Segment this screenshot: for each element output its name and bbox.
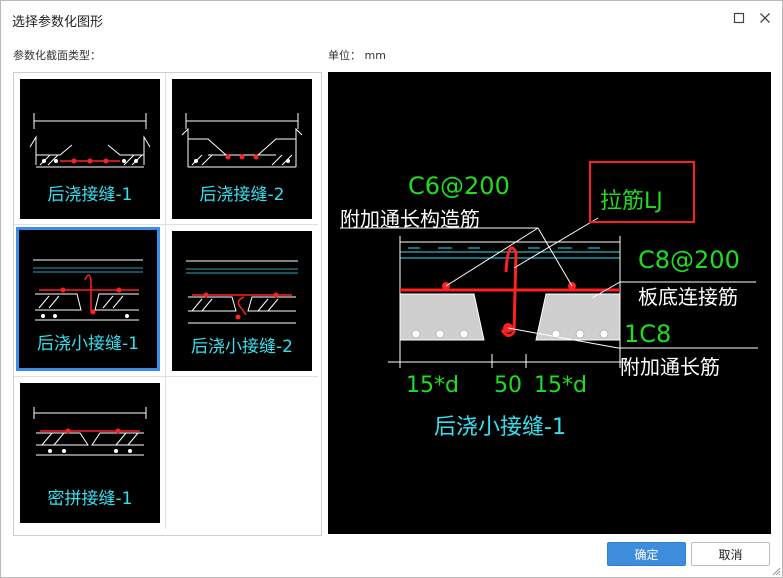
section-option-post-cast-joint-2[interactable]: 后浇接缝-2 bbox=[166, 73, 318, 225]
maximize-button[interactable] bbox=[730, 9, 748, 27]
resize-grip-icon[interactable] bbox=[771, 566, 781, 576]
dim-left: 15*d bbox=[406, 373, 459, 398]
label-additional-long-construct-bar: 附加通长构造筋 bbox=[340, 207, 480, 231]
dim-right: 15*d bbox=[534, 373, 587, 398]
close-icon bbox=[760, 13, 770, 23]
title-bar: 选择参数化图形 bbox=[1, 1, 782, 37]
preview-diagram: C6@200 附加通长构造筋 拉筋LJ C8@200 板底连接筋 1C8 附加通… bbox=[340, 161, 758, 440]
section-type-label: 参数化截面类型： bbox=[13, 49, 101, 62]
preview-title: 后浇小接缝-1 bbox=[434, 415, 566, 440]
thumbnail-image: 后浇小接缝-2 bbox=[172, 231, 312, 371]
maximize-icon bbox=[733, 12, 745, 24]
section-option-post-cast-joint-1[interactable]: 后浇接缝-1 bbox=[14, 73, 166, 225]
section-option-tight-joint-1[interactable]: 密拼接缝-1 bbox=[14, 377, 166, 529]
ok-button[interactable]: 确定 bbox=[607, 542, 686, 566]
thumbnail-image: 密拼接缝-1 bbox=[20, 383, 160, 523]
close-button[interactable] bbox=[756, 9, 774, 27]
section-option-post-cast-small-joint-1[interactable]: 后浇小接缝-1 bbox=[14, 225, 166, 377]
label-1c8: 1C8 bbox=[624, 320, 671, 348]
thumbnail-image: 后浇接缝-1 bbox=[20, 79, 160, 219]
dialog-window: 选择参数化图形 参数化截面类型： 单位： mm 后浇接缝-1 后浇接缝-2 后浇… bbox=[0, 0, 783, 578]
cancel-button[interactable]: 取消 bbox=[691, 542, 770, 566]
section-option-post-cast-small-joint-2[interactable]: 后浇小接缝-2 bbox=[166, 225, 318, 377]
thumbnail-image: 后浇接缝-2 bbox=[172, 79, 312, 219]
label-bottom-connect-bar: 板底连接筋 bbox=[638, 285, 738, 309]
label-additional-long-bar: 附加通长筋 bbox=[620, 355, 720, 379]
thumbnail-label: 后浇接缝-2 bbox=[199, 185, 285, 205]
dim-middle: 50 bbox=[494, 373, 522, 398]
thumbnail-label: 后浇小接缝-2 bbox=[191, 337, 293, 357]
label-c8-200: C8@200 bbox=[638, 246, 740, 274]
thumbnail-label: 后浇小接缝-1 bbox=[37, 334, 139, 354]
label-c6-200: C6@200 bbox=[408, 172, 510, 200]
section-preview: C6@200 附加通长构造筋 拉筋LJ C8@200 板底连接筋 1C8 附加通… bbox=[328, 72, 771, 534]
section-type-list: 后浇接缝-1 后浇接缝-2 后浇小接缝-1 后浇小接缝-2 密拼接缝-1 bbox=[13, 72, 322, 536]
unit-label: 单位： mm bbox=[328, 49, 386, 62]
thumbnail-label: 密拼接缝-1 bbox=[47, 489, 133, 509]
thumbnail-label: 后浇接缝-1 bbox=[47, 185, 133, 205]
thumbnail-image: 后浇小接缝-1 bbox=[16, 227, 160, 371]
window-title: 选择参数化图形 bbox=[12, 15, 104, 30]
label-tie-bar: 拉筋LJ bbox=[600, 189, 663, 214]
